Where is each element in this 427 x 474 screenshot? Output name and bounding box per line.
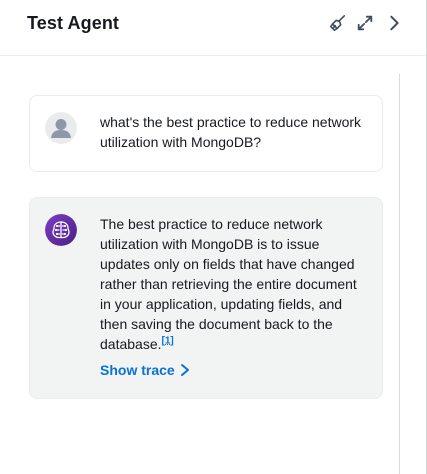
agent-answer-text: The best practice to reduce network util… xyxy=(100,216,357,352)
user-message: what's the best practice to reduce netwo… xyxy=(29,95,383,172)
agent-brain-icon xyxy=(45,214,77,246)
broom-icon[interactable] xyxy=(328,13,348,33)
test-agent-panel: Test Agent what's the best practice to r… xyxy=(0,0,427,474)
show-trace-label: Show trace xyxy=(100,362,175,378)
panel-title: Test Agent xyxy=(27,13,120,33)
chevron-right-small-icon xyxy=(180,364,189,376)
citation-link[interactable]: [1] xyxy=(162,335,174,346)
panel-header: Test Agent xyxy=(0,0,426,56)
agent-message-text: The best practice to reduce network util… xyxy=(100,214,368,354)
user-message-text: what's the best practice to reduce netwo… xyxy=(100,114,362,150)
user-avatar-icon xyxy=(45,112,77,144)
chevron-right-icon[interactable] xyxy=(384,13,404,33)
show-trace-button[interactable]: Show trace xyxy=(100,362,191,378)
expand-icon[interactable] xyxy=(355,13,375,33)
agent-message: The best practice to reduce network util… xyxy=(29,197,383,399)
